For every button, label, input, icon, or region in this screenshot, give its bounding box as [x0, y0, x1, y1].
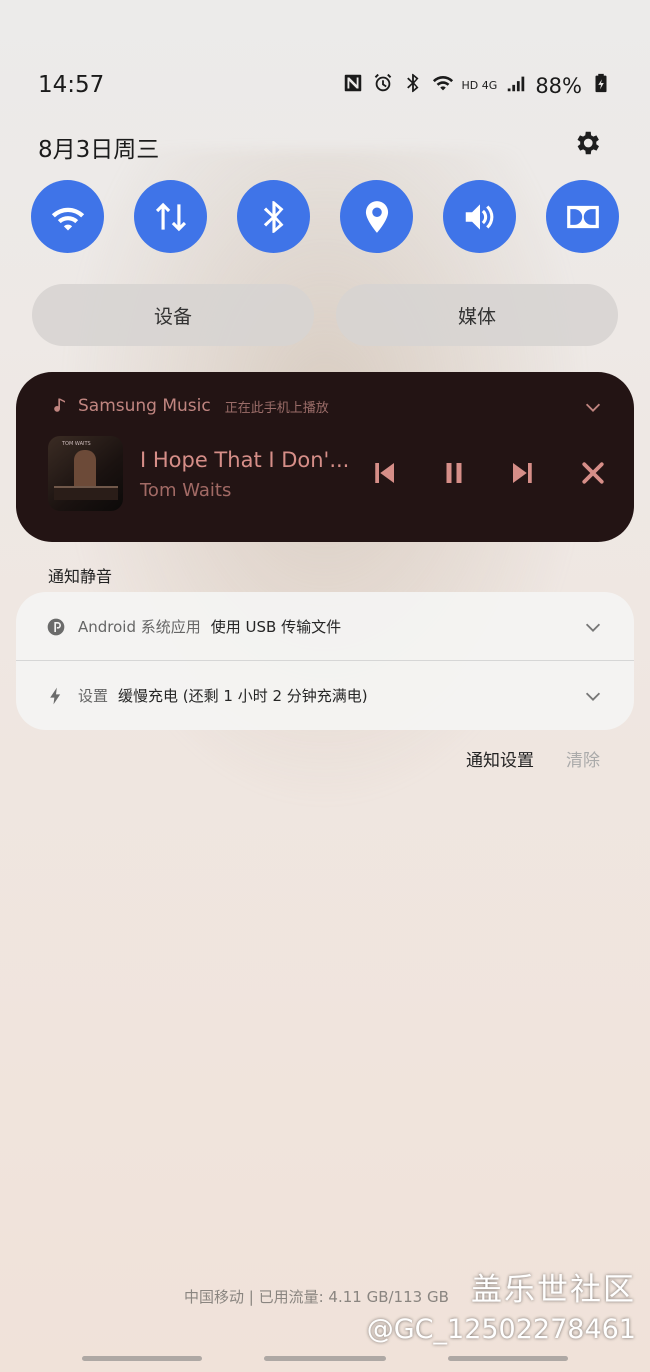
- location-pin-icon: [365, 200, 388, 233]
- signal-icon: [505, 72, 527, 99]
- music-note-icon: [54, 398, 65, 412]
- notification-settings-button[interactable]: 通知设置: [466, 746, 534, 771]
- previous-icon[interactable]: [369, 458, 399, 488]
- dolby-toggle[interactable]: [546, 180, 619, 253]
- status-bar: 14:57 HD 4G 88%: [0, 0, 650, 120]
- quick-settings-row: [31, 180, 619, 253]
- status-icons: HD 4G 88%: [342, 72, 612, 99]
- wifi-icon: [51, 207, 84, 230]
- notification-usb[interactable]: Android 系统应用 使用 USB 传输文件: [16, 592, 634, 661]
- notification-charging[interactable]: 设置 缓慢充电 (还剩 1 小时 2 分钟充满电): [16, 661, 634, 730]
- notification-text: 使用 USB 传输文件: [210, 618, 342, 636]
- dolby-icon: [566, 205, 599, 228]
- data-arrows-icon: [155, 202, 186, 231]
- chevron-down-icon[interactable]: [582, 685, 604, 707]
- track-artist: Tom Waits: [140, 480, 232, 501]
- watermark-user: @GC_12502278461: [366, 1314, 636, 1345]
- notification-text: 缓慢充电 (还剩 1 小时 2 分钟充满电): [118, 687, 368, 705]
- battery-icon: [590, 72, 612, 99]
- notification-app: Android 系统应用: [78, 618, 201, 636]
- location-toggle[interactable]: [340, 180, 413, 253]
- nav-handle-left[interactable]: [82, 1356, 202, 1361]
- close-icon[interactable]: [578, 458, 608, 488]
- carrier-data-usage: 中国移动 | 已用流量: 4.11 GB/113 GB: [184, 1288, 449, 1306]
- date-label: 8月3日周三: [38, 137, 160, 163]
- mobile-data-toggle[interactable]: [134, 180, 207, 253]
- chevron-down-icon[interactable]: [582, 396, 604, 418]
- media-playing-status: 正在此手机上播放: [224, 400, 329, 416]
- silent-notifications-label: 通知静音: [48, 567, 113, 586]
- nfc-icon: [342, 72, 364, 99]
- bluetooth-icon: [402, 72, 424, 99]
- wifi-icon: [432, 72, 454, 99]
- output-pills: 设备 媒体: [32, 284, 618, 346]
- notification-group: Android 系统应用 使用 USB 传输文件 设置 缓慢充电 (还剩 1 小…: [16, 592, 634, 730]
- bluetooth-icon: [263, 200, 283, 233]
- navigation-bar: [0, 1350, 650, 1372]
- network-type: HD 4G: [461, 79, 498, 92]
- notification-app: 设置: [78, 687, 109, 705]
- alarm-icon: [372, 72, 394, 99]
- pause-icon[interactable]: [439, 458, 469, 488]
- bluetooth-toggle[interactable]: [237, 180, 310, 253]
- media-header: Samsung Music 正在此手机上播放: [50, 396, 329, 416]
- media-button[interactable]: 媒体: [336, 284, 618, 346]
- media-app-name: Samsung Music: [78, 396, 211, 416]
- wifi-toggle[interactable]: [31, 180, 104, 253]
- album-art-label: TOM WAITS: [62, 441, 91, 447]
- media-player-card[interactable]: Samsung Music 正在此手机上播放 TOM WAITS I Hope …: [16, 372, 634, 542]
- clock: 14:57: [38, 72, 105, 98]
- next-icon[interactable]: [508, 458, 538, 488]
- nav-handle-center[interactable]: [264, 1356, 386, 1361]
- watermark-title: 盖乐世社区: [471, 1272, 636, 1308]
- album-art: TOM WAITS: [48, 436, 123, 511]
- sound-toggle[interactable]: [443, 180, 516, 253]
- track-title: I Hope That I Don'...: [140, 448, 350, 472]
- lightning-icon: [46, 686, 66, 706]
- battery-level: 88%: [535, 73, 582, 98]
- notification-actions: 通知设置 清除: [466, 746, 600, 771]
- android-system-icon: [46, 617, 66, 637]
- gear-icon[interactable]: [572, 128, 602, 158]
- chevron-down-icon[interactable]: [582, 616, 604, 638]
- nav-handle-right[interactable]: [448, 1356, 568, 1361]
- volume-icon: [465, 203, 493, 230]
- clear-button[interactable]: 清除: [566, 746, 600, 771]
- devices-button[interactable]: 设备: [32, 284, 314, 346]
